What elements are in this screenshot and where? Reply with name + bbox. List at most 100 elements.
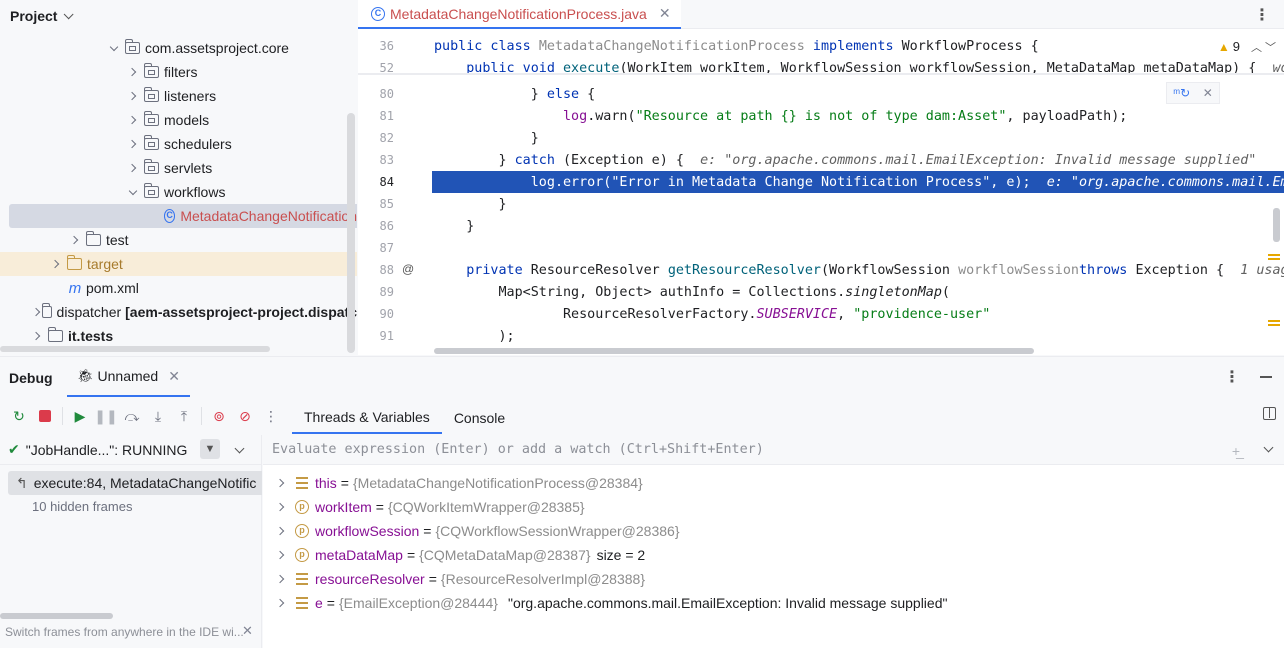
more-options-icon[interactable]: ⋮ bbox=[1224, 367, 1240, 387]
code-line[interactable]: 83 } catch (Exception e) { e: "org.apach… bbox=[358, 149, 1284, 171]
code-line[interactable]: 81 log.warn("Resource at path {} is not … bbox=[358, 105, 1284, 127]
line-number[interactable]: 80 bbox=[358, 87, 396, 101]
chevron-right-icon[interactable] bbox=[125, 112, 141, 128]
tab-console[interactable]: Console bbox=[442, 402, 517, 434]
variable-row[interactable]: this = {MetadataChangeNotificationProcess@… bbox=[263, 471, 1284, 495]
layout-settings-icon[interactable] bbox=[1263, 407, 1276, 420]
code-line[interactable]: 90 ResourceResolverFactory.SUBSERVICE, "… bbox=[358, 303, 1284, 325]
tree-item-filters[interactable]: filters bbox=[0, 60, 357, 84]
inspection-widget[interactable]: ▲ 9 bbox=[1218, 39, 1240, 54]
chevron-right-icon[interactable] bbox=[67, 232, 83, 248]
stop-button[interactable] bbox=[34, 405, 56, 427]
line-number[interactable]: 85 bbox=[358, 197, 396, 211]
tree-item-core-package[interactable]: com.assetsproject.core bbox=[0, 36, 357, 60]
editor-horizontal-scrollbar[interactable] bbox=[434, 348, 1034, 354]
rerun-icon[interactable]: ↻ bbox=[8, 405, 30, 427]
project-horizontal-scrollbar[interactable] bbox=[0, 346, 270, 352]
code-line[interactable]: 85 } bbox=[358, 193, 1284, 215]
warning-marker[interactable] bbox=[1268, 254, 1280, 256]
minimize-icon[interactable] bbox=[1260, 376, 1272, 378]
hidden-frames-link[interactable]: 10 hidden frames bbox=[32, 499, 132, 514]
line-number[interactable]: 87 bbox=[358, 241, 396, 255]
tree-item-it-tests[interactable]: it.tests bbox=[0, 324, 357, 348]
variable-row[interactable]: e = {EmailException@28444} "org.apache.comm… bbox=[263, 591, 1284, 615]
close-icon[interactable]: ✕ bbox=[659, 5, 671, 22]
line-number[interactable]: 88 bbox=[358, 263, 396, 277]
reload-changes-icon[interactable]: ᵐ↻ bbox=[1173, 86, 1190, 100]
tree-item-listeners[interactable]: listeners bbox=[0, 84, 357, 108]
warning-marker[interactable] bbox=[1268, 324, 1280, 326]
line-number[interactable]: 86 bbox=[358, 219, 396, 233]
warning-marker[interactable] bbox=[1268, 320, 1280, 322]
chevron-right-icon[interactable] bbox=[273, 547, 289, 563]
chevron-up-icon[interactable]: ︿ bbox=[1251, 42, 1262, 54]
pause-icon[interactable]: ❚❚ bbox=[94, 405, 117, 427]
resume-icon[interactable]: ▶ bbox=[69, 405, 91, 427]
chevron-right-icon[interactable] bbox=[125, 64, 141, 80]
chevron-right-icon[interactable] bbox=[273, 523, 289, 539]
code-line[interactable]: 86 } bbox=[358, 215, 1284, 237]
close-icon[interactable]: ✕ bbox=[1203, 86, 1213, 100]
mute-breakpoints-icon[interactable]: ⊘ bbox=[234, 405, 256, 427]
chevron-right-icon[interactable] bbox=[273, 499, 289, 515]
chevron-down-icon[interactable] bbox=[125, 184, 141, 200]
tree-item-workflows[interactable]: workflows bbox=[0, 180, 357, 204]
chevron-right-icon[interactable] bbox=[125, 136, 141, 152]
tree-item-test[interactable]: test bbox=[0, 228, 357, 252]
chevron-right-icon[interactable] bbox=[48, 256, 64, 272]
code-line[interactable]: 89 Map<String, Object> authInfo = Collec… bbox=[358, 281, 1284, 303]
variable-row[interactable]: p metaDataMap = {CQMetaDataMap@28387} size =… bbox=[263, 543, 1284, 567]
line-number[interactable]: 89 bbox=[358, 285, 396, 299]
chevron-right-icon[interactable] bbox=[273, 571, 289, 587]
chevron-right-icon[interactable] bbox=[125, 160, 141, 176]
code-line[interactable]: 82 } bbox=[358, 127, 1284, 149]
editor-tab-active[interactable]: C MetadataChangeNotificationProcess.java… bbox=[358, 0, 681, 29]
chevron-down-icon[interactable] bbox=[1263, 442, 1274, 453]
thread-selector[interactable]: ✔ "JobHandle...": RUNNING bbox=[0, 435, 262, 465]
line-number[interactable]: 83 bbox=[358, 153, 396, 167]
frames-horizontal-scrollbar[interactable] bbox=[0, 613, 113, 619]
code-line[interactable]: 52 public void execute(WorkItem workItem… bbox=[358, 57, 1284, 79]
evaluate-expression-input[interactable] bbox=[272, 442, 1172, 457]
chevron-right-icon[interactable] bbox=[29, 328, 45, 344]
tree-item-models[interactable]: models bbox=[0, 108, 357, 132]
stack-frame-row[interactable]: ↰ execute:84, MetadataChangeNotific bbox=[8, 471, 262, 495]
tree-item-dispatcher[interactable]: dispatcher [aem-assetsproject-project.di… bbox=[0, 300, 357, 324]
code-line[interactable]: 91 ); bbox=[358, 325, 1284, 347]
chevron-down-icon[interactable] bbox=[106, 40, 122, 56]
line-number[interactable]: 36 bbox=[358, 39, 396, 53]
code-line[interactable]: 87 bbox=[358, 237, 1284, 259]
annotation-gutter-icon[interactable]: @ bbox=[402, 262, 416, 276]
variable-row[interactable]: resourceResolver = {ResourceResolverImpl@2… bbox=[263, 567, 1284, 591]
tree-item-pom[interactable]: m pom.xml bbox=[0, 276, 357, 300]
chevron-right-icon[interactable] bbox=[29, 304, 39, 320]
line-number[interactable]: 84 bbox=[358, 175, 396, 189]
tree-item-target[interactable]: target bbox=[0, 252, 357, 276]
code-line[interactable]: 80 } else { bbox=[358, 83, 1284, 105]
add-watch-icon[interactable]: +̲ bbox=[1232, 443, 1240, 459]
step-out-icon[interactable]: ⤒ bbox=[173, 405, 195, 427]
filter-icon[interactable]: ▼ bbox=[200, 439, 220, 459]
project-vertical-scrollbar[interactable] bbox=[347, 113, 355, 353]
tree-item-schedulers[interactable]: schedulers bbox=[0, 132, 357, 156]
close-icon[interactable]: ✕ bbox=[242, 623, 253, 639]
variable-row[interactable]: p workflowSession = {CQWorkflowSessionWrapp… bbox=[263, 519, 1284, 543]
code-line-current[interactable]: 84 log.error("Error in Metadata Change N… bbox=[358, 171, 1284, 193]
code-line[interactable]: 36 public class MetadataChangeNotificatio… bbox=[358, 35, 1284, 57]
line-number[interactable]: 81 bbox=[358, 109, 396, 123]
tree-item-metadata-class[interactable]: C MetadataChangeNotification bbox=[9, 204, 357, 228]
project-view-selector[interactable]: Project bbox=[10, 6, 75, 26]
variable-row[interactable]: p workItem = {CQWorkItemWrapper@28385} bbox=[263, 495, 1284, 519]
chevron-right-icon[interactable] bbox=[273, 595, 289, 611]
more-options-icon[interactable]: ⋮ bbox=[1254, 5, 1270, 25]
chevron-down-icon[interactable]: ﹀ bbox=[1265, 42, 1276, 54]
close-icon[interactable]: ✕ bbox=[168, 368, 180, 385]
chevron-right-icon[interactable] bbox=[273, 475, 289, 491]
line-number[interactable]: 82 bbox=[358, 131, 396, 145]
tree-item-servlets[interactable]: servlets bbox=[0, 156, 357, 180]
line-number[interactable]: 91 bbox=[358, 329, 396, 343]
inspection-navigation[interactable]: ︿ ﹀ bbox=[1251, 39, 1276, 55]
step-over-icon[interactable]: ⤼ bbox=[121, 405, 143, 427]
more-actions-icon[interactable]: ⋮ bbox=[260, 405, 282, 427]
step-into-icon[interactable]: ⤓ bbox=[147, 405, 169, 427]
